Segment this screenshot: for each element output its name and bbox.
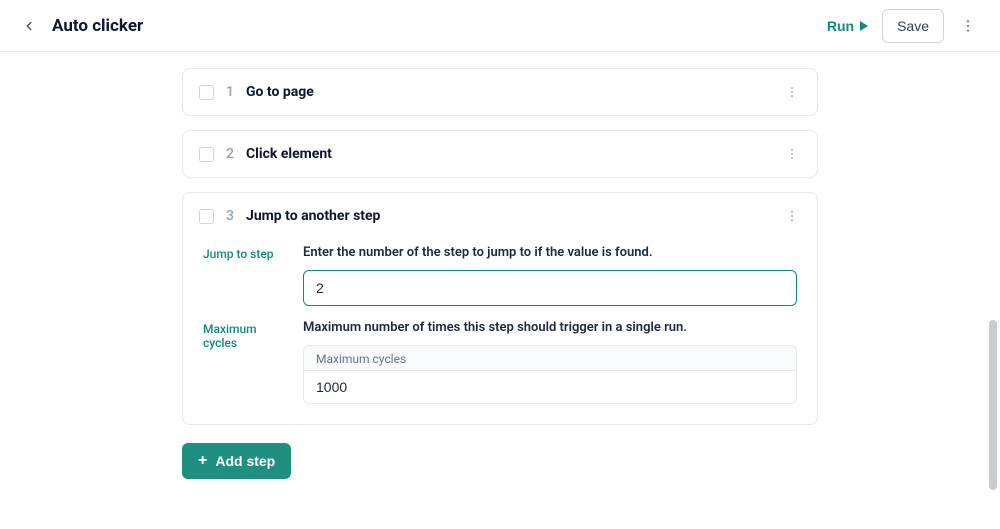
step-header[interactable]: 2 Click element [183,131,817,177]
header-menu-button[interactable] [958,16,978,36]
step-title: Click element [246,146,771,162]
step-header[interactable]: 1 Go to page [183,69,817,115]
max-cycles-input-wrap: Maximum cycles [303,345,797,404]
form-label-col: Maximum cycles [203,320,287,404]
jump-to-step-label: Jump to step [203,247,287,261]
max-cycles-label: Maximum cycles [203,322,287,350]
main-content: 1 Go to page 2 Click element 3 [0,52,1000,503]
run-button[interactable]: Run [827,18,868,34]
step-index: 2 [226,146,234,162]
step-menu-button[interactable] [783,207,801,225]
step-checkbox[interactable] [199,147,214,162]
kebab-icon [785,85,799,99]
page-title: Auto clicker [52,16,143,36]
add-step-button[interactable]: + Add step [182,443,291,479]
step-menu-button[interactable] [783,145,801,163]
steps-list: 1 Go to page 2 Click element 3 [182,68,818,479]
scrollbar-thumb[interactable] [989,320,997,490]
plus-icon: + [198,453,207,469]
step-checkbox[interactable] [199,85,214,100]
jump-to-step-row: Jump to step Enter the number of the ste… [203,245,797,306]
save-button[interactable]: Save [882,9,944,43]
header-left: Auto clicker [20,16,143,36]
step-title: Go to page [246,84,771,100]
step-header[interactable]: 3 Jump to another step [183,193,817,239]
form-label-col: Jump to step [203,245,287,306]
jump-to-step-help: Enter the number of the step to jump to … [303,245,797,260]
max-cycles-row: Maximum cycles Maximum number of times t… [203,320,797,404]
max-cycles-inner-label: Maximum cycles [304,346,796,371]
step-card-expanded: 3 Jump to another step Jump to step Ente… [182,192,818,425]
jump-to-step-input[interactable] [303,270,797,306]
app-header: Auto clicker Run Save [0,0,1000,52]
chevron-left-icon [22,19,36,33]
header-right: Run Save [827,9,978,43]
kebab-icon [960,18,976,34]
step-card: 1 Go to page [182,68,818,116]
form-field-col: Enter the number of the step to jump to … [303,245,797,306]
step-index: 3 [226,208,234,224]
step-index: 1 [226,84,234,100]
add-step-label: Add step [215,453,275,469]
play-icon [860,21,868,31]
max-cycles-help: Maximum number of times this step should… [303,320,797,335]
run-label: Run [827,18,854,34]
kebab-icon [785,147,799,161]
step-body: Jump to step Enter the number of the ste… [183,239,817,424]
max-cycles-input[interactable] [304,371,796,403]
scrollbar-track[interactable] [986,0,1000,529]
kebab-icon [785,209,799,223]
step-card: 2 Click element [182,130,818,178]
step-title: Jump to another step [246,208,771,224]
step-menu-button[interactable] [783,83,801,101]
step-checkbox[interactable] [199,209,214,224]
form-field-col: Maximum number of times this step should… [303,320,797,404]
back-button[interactable] [20,17,38,35]
